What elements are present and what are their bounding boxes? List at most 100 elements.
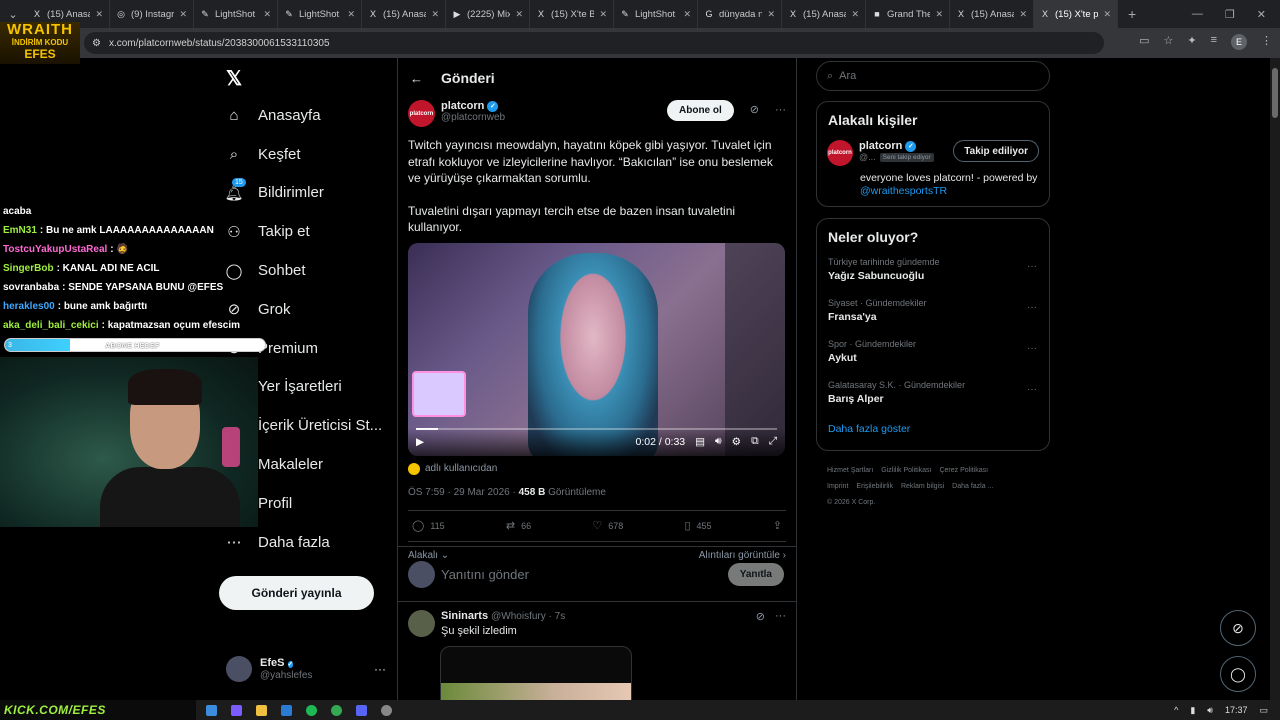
chrome-icon[interactable] [331,704,342,716]
captions-icon[interactable]: ▤ [695,436,705,448]
show-more-link[interactable]: Daha fazla göster [817,409,1049,445]
footer-link[interactable]: Erişilebilirlik [856,483,893,490]
browser-tab[interactable]: X(15) Anasayfa✕ [362,0,446,28]
nav-more[interactable]: ⋯ Daha fazla [224,523,394,562]
popout-icon[interactable]: ⧉ [751,435,759,448]
browser-tab[interactable]: ◎(9) Instagram✕ [110,0,194,28]
maximize-icon[interactable]: ❐ [1225,8,1235,21]
minimize-icon[interactable]: — [1192,8,1203,21]
play-icon[interactable]: ▶ [416,436,424,448]
close-tab-icon[interactable]: ✕ [431,9,439,20]
extensions-icon[interactable]: ✦ [1187,34,1196,50]
close-tab-icon[interactable]: ✕ [683,9,691,20]
like-action[interactable]: ♡ 678 [592,519,623,532]
search-input[interactable]: ⌕ Ara [816,61,1050,91]
folder-icon[interactable] [256,704,267,716]
footer-link[interactable]: Imprint [827,483,848,490]
close-tab-icon[interactable]: ✕ [95,9,103,20]
browser-tab[interactable]: ■ Grand The ✕ [866,0,950,28]
close-tab-icon[interactable]: ✕ [1019,9,1027,20]
reply-action[interactable]: ◯ 115 [412,519,445,532]
browser-tab[interactable]: ✎ LightShot ✕ [278,0,362,28]
author-handle[interactable]: @platcornweb [441,112,505,123]
site-settings-icon[interactable]: ⚙ [92,38,101,49]
more-icon[interactable]: ··· [374,662,386,676]
repost-action[interactable]: ⇄ 66 [506,519,531,532]
avatar[interactable]: platcorn [827,140,853,166]
footer-link[interactable]: Gizlilik Politikası [881,467,931,474]
clock[interactable]: 17:37 [1225,705,1248,715]
author-name[interactable]: platcorn [441,100,484,112]
reading-list-icon[interactable]: ≡ [1211,34,1217,50]
subscribe-button[interactable]: Abone ol [667,100,734,121]
more-icon[interactable]: ··· [1027,302,1037,313]
post-button[interactable]: Gönderi yayınla [219,576,374,610]
author-avatar[interactable]: platcorn [408,100,435,127]
footer-link[interactable]: Çerez Politikası [939,467,988,474]
chevron-up-icon[interactable]: ^ [1174,705,1178,715]
close-tab-icon[interactable]: ✕ [1103,9,1111,20]
footer-link[interactable]: Hizmet Şartları [827,467,873,474]
bookmark-action[interactable]: ▯ 455 [684,519,711,532]
app-icon[interactable] [231,704,242,716]
browser-tab[interactable]: ✎ LightShot ✕ [614,0,698,28]
account-switcher[interactable]: EfeS ✓ @yahslefes ··· [226,656,386,682]
profile-avatar[interactable]: E [1231,34,1247,50]
nav-home[interactable]: ⌂ Anasayfa [224,96,394,135]
back-arrow-icon[interactable]: ← [410,71,423,86]
close-tab-icon[interactable]: ✕ [935,9,943,20]
fullscreen-icon[interactable]: ⤢ [769,435,777,448]
discord-icon[interactable] [356,704,367,716]
browser-tab[interactable]: Gdünyada n ✕ [698,0,782,28]
grok-icon[interactable]: ⊘ [756,610,765,623]
outlook-icon[interactable] [281,704,292,716]
browser-tab[interactable]: X(15) Anasayfa✕ [950,0,1034,28]
share-action[interactable]: ⇪ [773,519,782,532]
avatar[interactable] [408,610,435,637]
close-tab-icon[interactable]: ✕ [263,9,271,20]
trend-item[interactable]: Galatasaray S.K. · Gündemdekiler Barış Al… [817,368,1049,409]
edge-icon[interactable] [206,704,217,716]
reply-button[interactable]: Yanıtla [727,562,784,586]
bio-link[interactable]: @wraithesportsTR [860,185,947,197]
close-tab-icon[interactable]: ✕ [767,9,775,20]
menu-icon[interactable]: ⋮ [1261,34,1272,50]
browser-tab[interactable]: X(15) Anasayfa✕ [782,0,866,28]
scrollbar[interactable] [1270,58,1280,700]
close-tab-icon[interactable]: ✕ [851,9,859,20]
battery-icon[interactable]: ▮ [1190,705,1195,716]
footer-link[interactable]: Reklam bilgisi [901,483,944,490]
notifications-icon[interactable]: ▭ [1259,705,1268,716]
close-tab-icon[interactable]: ✕ [347,9,355,20]
url-field[interactable]: ⚙ x.com/platcornweb/status/2038300061533… [84,32,1104,54]
browser-tab[interactable]: ✎ LightShot ✕ [194,0,278,28]
volume-icon[interactable]: 🔊︎ [1207,705,1213,716]
obs-icon[interactable] [381,704,392,716]
close-tab-icon[interactable]: ✕ [179,9,187,20]
messages-fab-icon[interactable]: ◯ [1220,656,1256,692]
browser-tab[interactable]: X (15) X'te B ✕ [530,0,614,28]
more-icon[interactable]: ··· [1027,343,1037,354]
volume-icon[interactable]: 🔊︎ [715,435,722,448]
cast-icon[interactable]: ▭ [1139,34,1149,50]
close-tab-icon[interactable]: ✕ [515,9,523,20]
reply-input[interactable]: Yanıtını gönder [441,567,529,582]
more-icon[interactable]: ··· [775,610,786,623]
more-icon[interactable]: ··· [775,100,786,121]
nav-explore[interactable]: ⌕ Keşfet [224,135,394,174]
new-tab-button[interactable]: + [1118,6,1146,22]
close-tab-icon[interactable]: ✕ [599,9,607,20]
footer-link[interactable]: Daha fazla ... [952,483,993,490]
browser-tab[interactable]: ▶ (2225) Mix ✕ [446,0,530,28]
trend-item[interactable]: Spor · Gündemdekiler Aykut ··· [817,327,1049,368]
video-player[interactable]: ▶ 0:02 / 0:33 ▤ 🔊︎ ⚙ ⧉ ⤢ [408,242,785,456]
more-icon[interactable]: ··· [1027,261,1037,272]
browser-tab[interactable]: X (15) X'te p ✕ [1034,0,1118,28]
x-logo-icon[interactable]: 𝕏 [226,66,246,90]
footer-link[interactable]: © 2026 X Corp. [827,499,875,506]
grok-icon[interactable]: ⊘ [750,100,759,121]
star-icon[interactable]: ☆ [1163,34,1173,50]
reply-tweet[interactable]: Sininarts @Whoisfury · 7s Şu şekil izled… [408,610,786,720]
trend-item[interactable]: Siyaset · Gündemdekiler Fransa'ya ··· [817,286,1049,327]
following-button[interactable]: Takip ediliyor [953,140,1039,162]
